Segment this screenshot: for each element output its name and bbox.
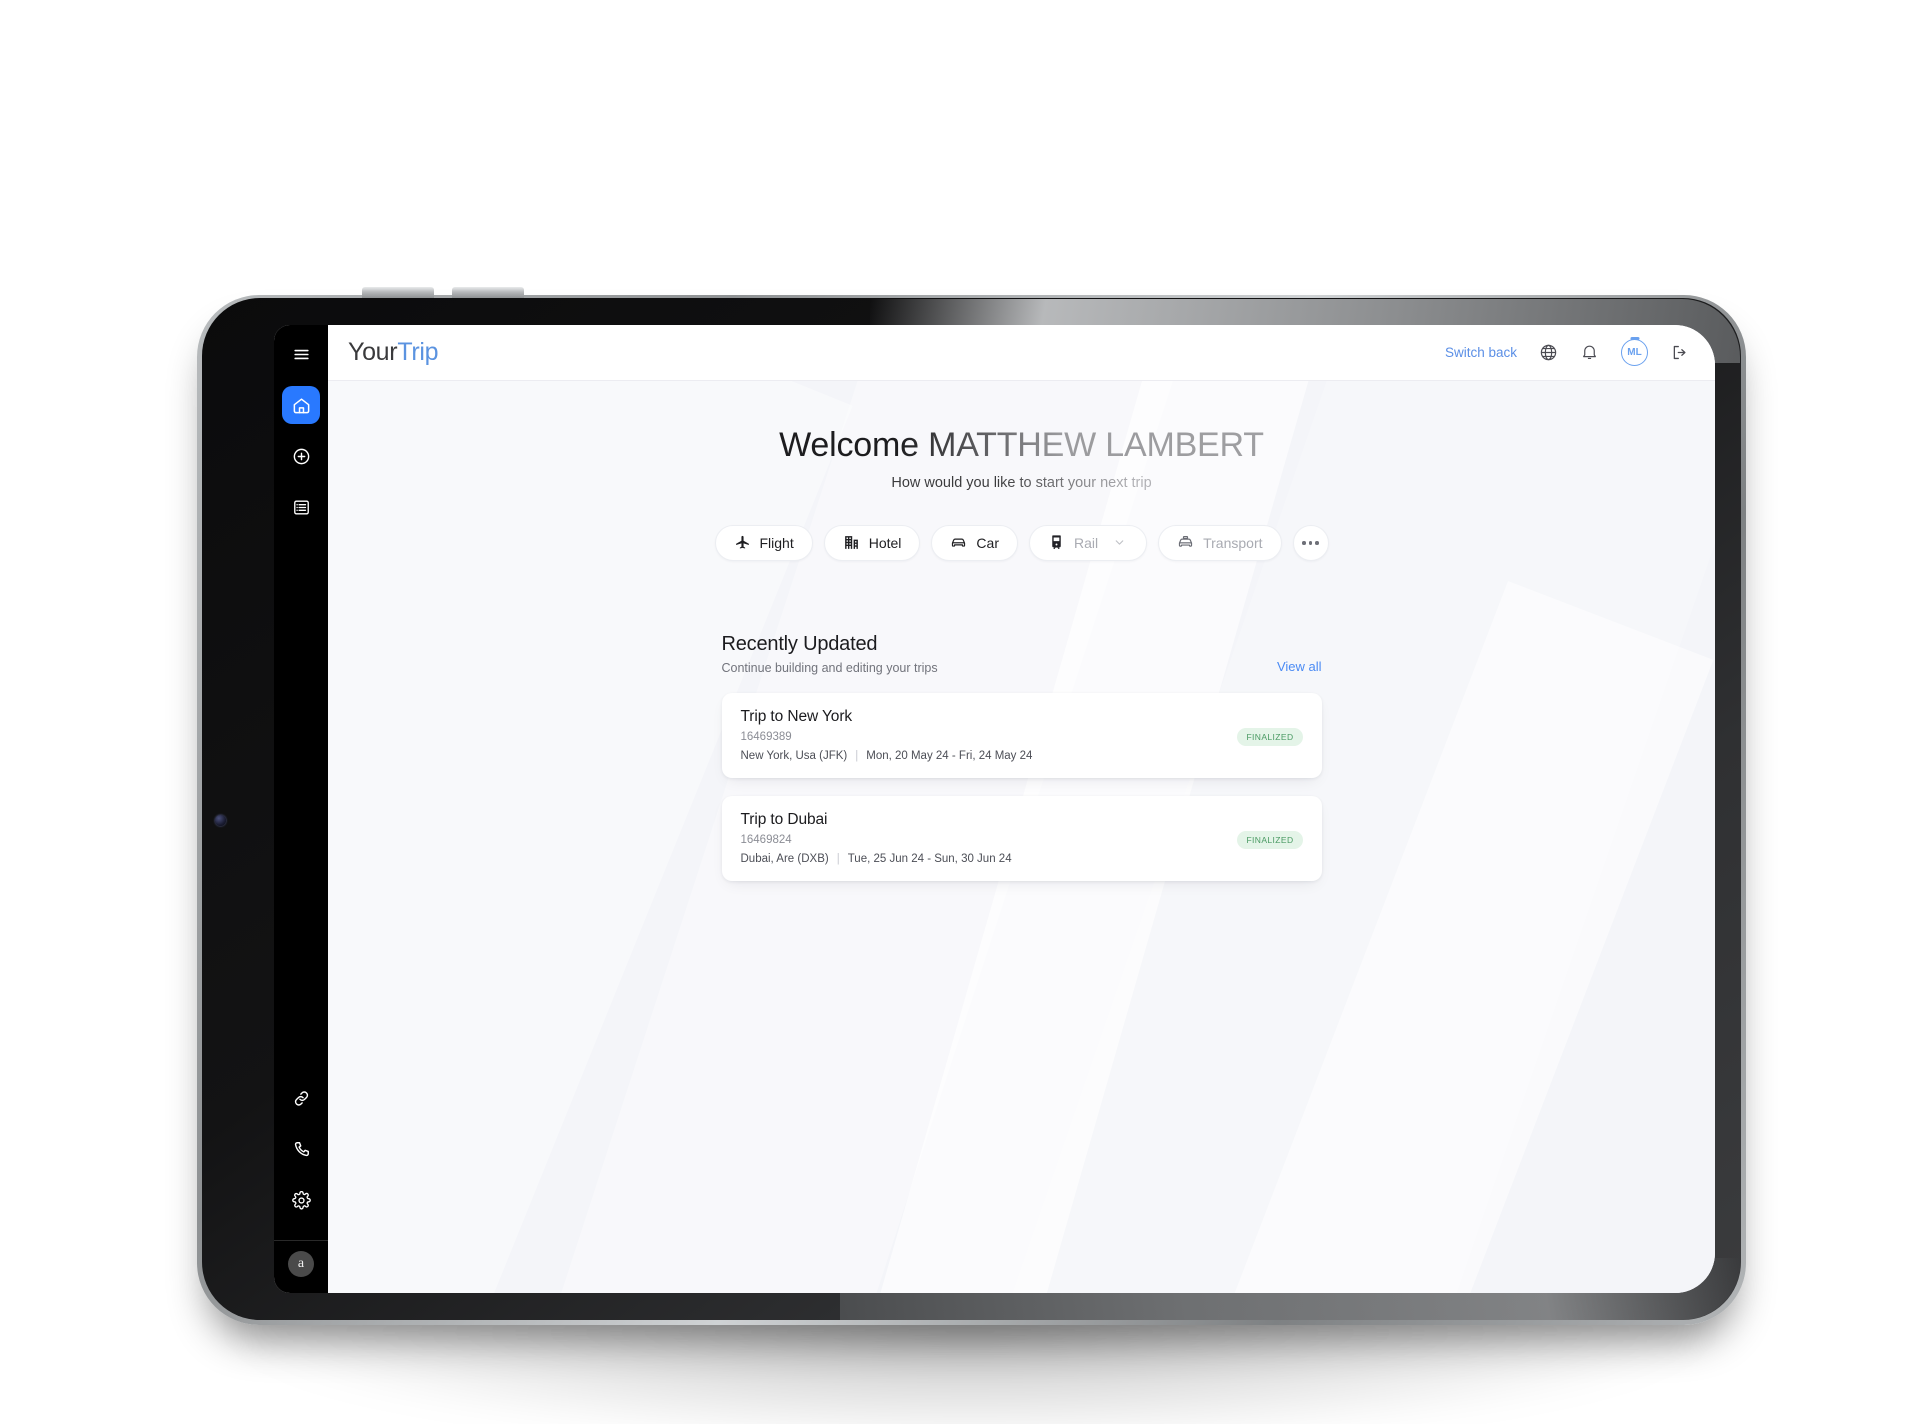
chip-label: Transport [1203,534,1263,551]
page-subtitle: How would you like to start your next tr… [328,475,1715,491]
sidebar-item-home[interactable] [282,386,320,424]
trip-id: 16469389 [740,730,792,743]
link-icon[interactable] [282,1079,320,1117]
app-header: YourTrip Switch back ML [328,325,1715,381]
sidebar-divider [274,1240,328,1241]
gear-icon[interactable] [282,1181,320,1219]
logo-part-your: Your [348,338,398,366]
logo-part-trip: Trip [397,338,439,366]
trip-location: Dubai, Are (DXB) [740,852,829,865]
chip-label: Rail [1073,534,1099,551]
trip-title: Trip to New York [740,707,853,725]
trip-card[interactable]: Trip to Dubai 16469824 Dubai, Are (DXB) … [721,795,1322,881]
building-icon [843,534,860,551]
front-camera [215,815,226,826]
content-inner: Welcome MATTHEW LAMBERT How would you li… [328,381,1715,881]
recently-updated-section: Recently Updated Continue building and e… [721,633,1322,881]
train-icon [1048,534,1065,551]
main-column: YourTrip Switch back ML Welcome MATTHEW … [328,325,1715,1293]
trip-meta: New York, Usa (JFK) | Mon, 20 May 24 - F… [741,750,1238,762]
status-badge: FINALIZED [1237,830,1303,849]
taxi-icon [1177,534,1194,551]
trip-meta-separator: | [855,749,859,762]
sidebar: a [274,325,328,1293]
car-icon [950,534,967,551]
plane-icon [734,534,751,551]
volume-down-button[interactable] [452,287,524,298]
hamburger-menu-icon[interactable] [282,335,320,373]
trip-id: 16469824 [740,833,792,846]
trip-info: Trip to New York 16469389 New York, Usa … [741,708,1238,762]
trip-location: New York, Usa (JFK) [740,749,848,762]
user-avatar[interactable]: ML [1621,339,1648,366]
trip-dates: Mon, 20 May 24 - Fri, 24 May 24 [866,749,1033,762]
trip-card[interactable]: Trip to New York 16469389 New York, Usa … [721,692,1322,778]
view-all-link[interactable]: View all [1277,659,1322,675]
sidebar-bottom-group: a [274,1079,328,1293]
chip-label: Hotel [868,534,902,551]
trip-meta: Dubai, Are (DXB) | Tue, 25 Jun 24 - Sun,… [741,853,1238,865]
main-content: Welcome MATTHEW LAMBERT How would you li… [328,381,1715,1293]
more-options-icon [1302,541,1319,545]
trip-info: Trip to Dubai 16469824 Dubai, Are (DXB) … [741,811,1238,865]
chip-rail[interactable]: Rail [1028,524,1148,561]
trip-dates: Tue, 25 Jun 24 - Sun, 30 Jun 24 [847,852,1012,865]
section-titles: Recently Updated Continue building and e… [722,633,1277,675]
status-badge: FINALIZED [1237,727,1303,746]
volume-up-button[interactable] [362,287,434,298]
switch-back-link[interactable]: Switch back [1445,345,1517,360]
section-subtitle: Continue building and editing your trips [721,660,938,675]
trip-meta-separator: | [836,852,840,865]
trip-title: Trip to Dubai [740,810,828,828]
page-title: Welcome MATTHEW LAMBERT [328,425,1715,466]
chip-car[interactable]: Car [931,524,1018,561]
sidebar-item-bookings[interactable] [282,488,320,526]
sidebar-item-new-trip[interactable] [282,437,320,475]
app-logo[interactable]: YourTrip [348,338,439,367]
logout-icon[interactable] [1670,343,1689,362]
chip-transport[interactable]: Transport [1158,524,1282,561]
sidebar-avatar[interactable]: a [288,1251,314,1277]
bell-icon[interactable] [1580,343,1599,362]
screenshot-root: a YourTrip Switch back ML Welcome MATTHE… [0,0,1920,1424]
app-shell: a YourTrip Switch back ML Welcome MATTHE… [274,325,1715,1293]
tablet-screen: a YourTrip Switch back ML Welcome MATTHE… [274,325,1715,1293]
chip-label: Flight [759,534,794,551]
phone-icon[interactable] [282,1130,320,1168]
section-title: Recently Updated [721,632,878,655]
globe-icon[interactable] [1539,343,1558,362]
more-options-button[interactable] [1292,524,1329,561]
chevron-down-icon [1115,540,1124,545]
chip-label: Car [976,534,999,551]
chip-hotel[interactable]: Hotel [823,524,921,561]
section-header: Recently Updated Continue building and e… [722,633,1322,675]
header-actions: Switch back ML [1445,339,1689,366]
chip-flight[interactable]: Flight [714,524,813,561]
quick-action-chips: Flight Hotel Car Rail Transport [328,524,1715,561]
